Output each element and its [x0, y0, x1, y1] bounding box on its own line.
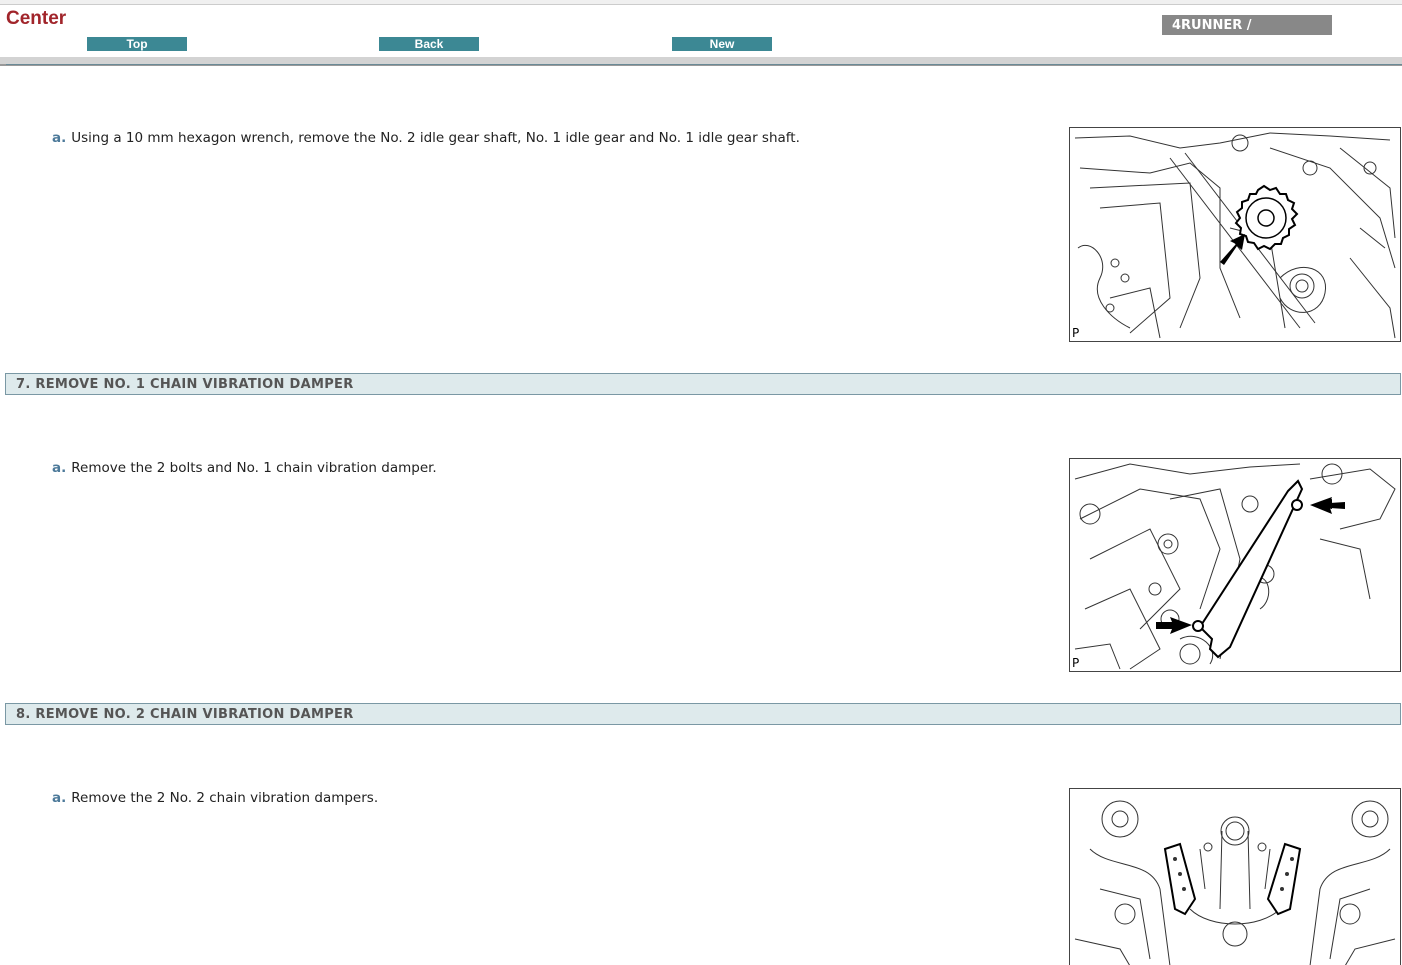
step-text: Remove the 2 bolts and No. 1 chain vibra…	[71, 460, 437, 476]
idle-gear-illustration	[1074, 132, 1396, 339]
step-6a: a. Using a 10 mm hexagon wrench, remove t…	[52, 130, 800, 146]
back-button[interactable]: Back	[379, 37, 479, 51]
figure-chain-damper-2	[1069, 788, 1401, 965]
step-7a: a. Remove the 2 bolts and No. 1 chain vib…	[52, 460, 437, 476]
step-letter: a.	[52, 130, 67, 146]
section-7-header: 7. REMOVE NO. 1 CHAIN VIBRATION DAMPER	[5, 373, 1401, 395]
figure-label: P	[1072, 656, 1080, 670]
new-button[interactable]: New	[672, 37, 772, 51]
step-8a: a. Remove the 2 No. 2 chain vibration dam…	[52, 790, 378, 806]
step-letter: a.	[52, 790, 67, 806]
top-button[interactable]: Top	[87, 37, 187, 51]
figure-chain-damper-1: P	[1069, 458, 1401, 672]
top-border	[0, 0, 1402, 5]
section-8-header: 8. REMOVE NO. 2 CHAIN VIBRATION DAMPER	[5, 703, 1401, 725]
page-title: Center	[6, 8, 67, 29]
header-rule	[6, 64, 1402, 65]
figure-idle-gear: P	[1069, 127, 1401, 342]
step-text: Using a 10 mm hexagon wrench, remove the…	[71, 130, 800, 146]
figure-label: P	[1072, 326, 1080, 340]
step-letter: a.	[52, 460, 67, 476]
chain-damper-2-illustration	[1074, 800, 1396, 965]
chain-damper-illustration	[1074, 463, 1396, 670]
model-badge: 4RUNNER /	[1162, 15, 1332, 35]
step-text: Remove the 2 No. 2 chain vibration dampe…	[71, 790, 379, 806]
